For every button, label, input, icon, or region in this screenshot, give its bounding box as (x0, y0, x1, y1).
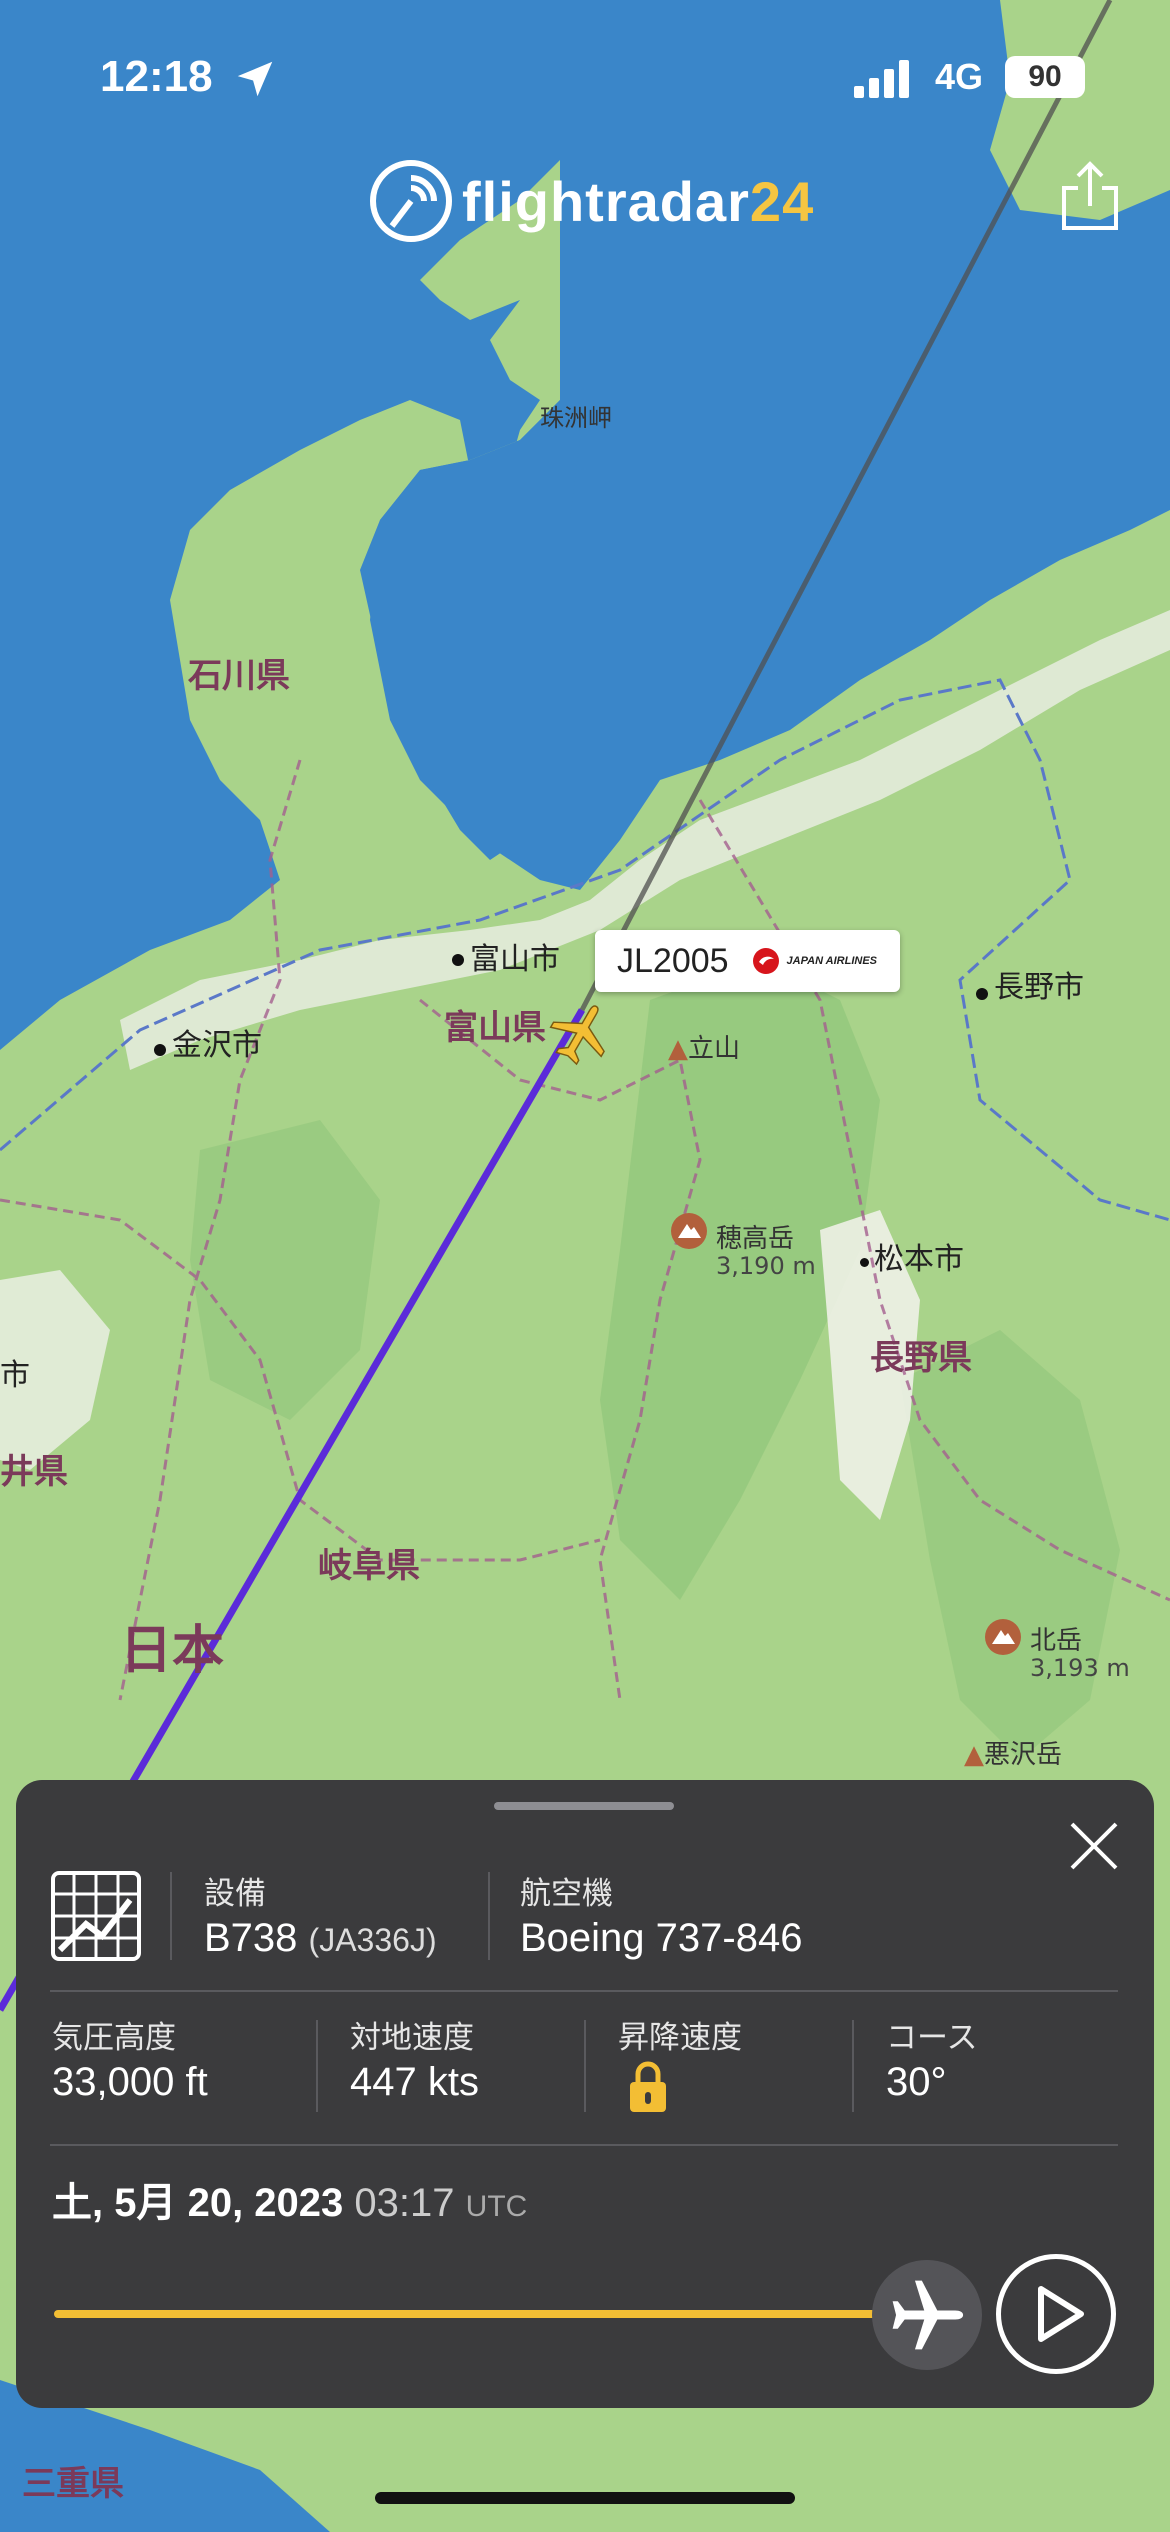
city-dot (154, 1044, 166, 1056)
map-label-fukui-city: 市 (0, 1358, 30, 1393)
aircraft-label: 航空機 (520, 1876, 613, 1912)
divider (50, 2144, 1118, 2146)
equipment-label: 設備 (204, 1876, 266, 1912)
course-label: コース (886, 2020, 978, 2056)
share-icon[interactable] (1058, 160, 1122, 232)
location-arrow-icon (237, 61, 273, 97)
home-indicator[interactable] (375, 2492, 795, 2504)
drag-handle[interactable] (494, 1802, 674, 1810)
flight-callsign: JL2005 (617, 941, 729, 980)
play-button[interactable] (996, 2254, 1116, 2374)
flight-info-panel: 設備 B738 (JA336J) 航空機 Boeing 737-846 気圧高度… (16, 1780, 1154, 2408)
mountain-icon: ▲ (668, 1034, 688, 1064)
brand-name: flightradar24 (462, 169, 815, 233)
playback-datetime: 土, 5月 20, 2023 03:17 UTC (52, 2181, 528, 2225)
map-label-toyama-city: 富山市 (470, 942, 560, 977)
map-label-hotaka-elev: 3,190 m (716, 1252, 816, 1280)
equipment-value: B738 (JA336J) (204, 1916, 437, 1960)
close-icon[interactable] (1064, 1816, 1124, 1876)
divider (488, 1872, 490, 1960)
city-dot (860, 1258, 869, 1267)
vspeed-label: 昇降速度 (618, 2020, 742, 2056)
status-time: 12:18 (100, 52, 213, 101)
map-label-mie: 三重県 (22, 2464, 124, 2504)
map-label-kitadake: 北岳 (1030, 1626, 1083, 1656)
city-dot (976, 988, 988, 1000)
airplane-icon (892, 2280, 964, 2350)
speed-value: 447 kts (350, 2060, 479, 2104)
radar-logo-icon (370, 160, 452, 242)
mountain-icon (985, 1619, 1021, 1655)
map-label-nagano-city: 長野市 (994, 970, 1084, 1005)
city-dot (452, 954, 464, 966)
divider (852, 2020, 854, 2112)
divider (170, 1872, 172, 1960)
map-label-tateyama: ▲立山 (668, 1034, 741, 1064)
airline-logo: JAPAN AIRLINES (751, 946, 877, 976)
playback-slider-track[interactable] (54, 2310, 914, 2318)
battery-icon: 90 (1005, 56, 1085, 98)
network-type: 4G (935, 56, 984, 97)
divider (50, 1990, 1118, 1992)
altitude-label: 気圧高度 (52, 2020, 176, 2056)
course-value: 30° (886, 2060, 947, 2104)
mountain-icon: ▲ (964, 1740, 984, 1770)
map-label-ishikawa: 石川県 (188, 656, 290, 696)
map-label-japan: 日本 (120, 1621, 225, 1681)
map-label-hotaka: 穂高岳 (716, 1224, 795, 1254)
app-logo: flightradar24 (370, 160, 814, 242)
aircraft-marker[interactable] (546, 998, 616, 1068)
divider (316, 2020, 318, 2112)
play-icon (1038, 2286, 1084, 2342)
mountain-icon (671, 1213, 707, 1249)
lock-icon[interactable] (628, 2060, 668, 2114)
signal-icon (854, 60, 909, 98)
map-label-nagano-pref: 長野県 (870, 1338, 972, 1378)
map-label-toyama-pref: 富山県 (444, 1008, 546, 1048)
jal-crane-icon (752, 948, 779, 974)
divider (584, 2020, 586, 2112)
status-bar: 12:18 4G 90 (0, 0, 1170, 150)
map-label-kitadake-elev: 3,193 m (1030, 1654, 1130, 1682)
map-label-gifu: 岐阜県 (318, 1546, 420, 1586)
map-label-suzu: 珠洲岬 (540, 404, 612, 432)
map-label-kanazawa: 金沢市 (172, 1028, 262, 1063)
flight-label[interactable]: JL2005 JAPAN AIRLINES (595, 930, 900, 992)
map-label-fukui-pref: 井県 (0, 1452, 68, 1492)
airline-name: JAPAN AIRLINES (786, 955, 878, 967)
chart-grid-icon[interactable] (50, 1870, 142, 1962)
altitude-value: 33,000 ft (52, 2060, 208, 2104)
playback-slider-thumb[interactable] (872, 2260, 982, 2370)
speed-label: 対地速度 (350, 2020, 474, 2056)
map-label-matsumoto: 松本市 (874, 1242, 964, 1277)
map-label-warusawa: ▲悪沢岳 (964, 1740, 1063, 1770)
aircraft-value: Boeing 737-846 (520, 1916, 803, 1960)
